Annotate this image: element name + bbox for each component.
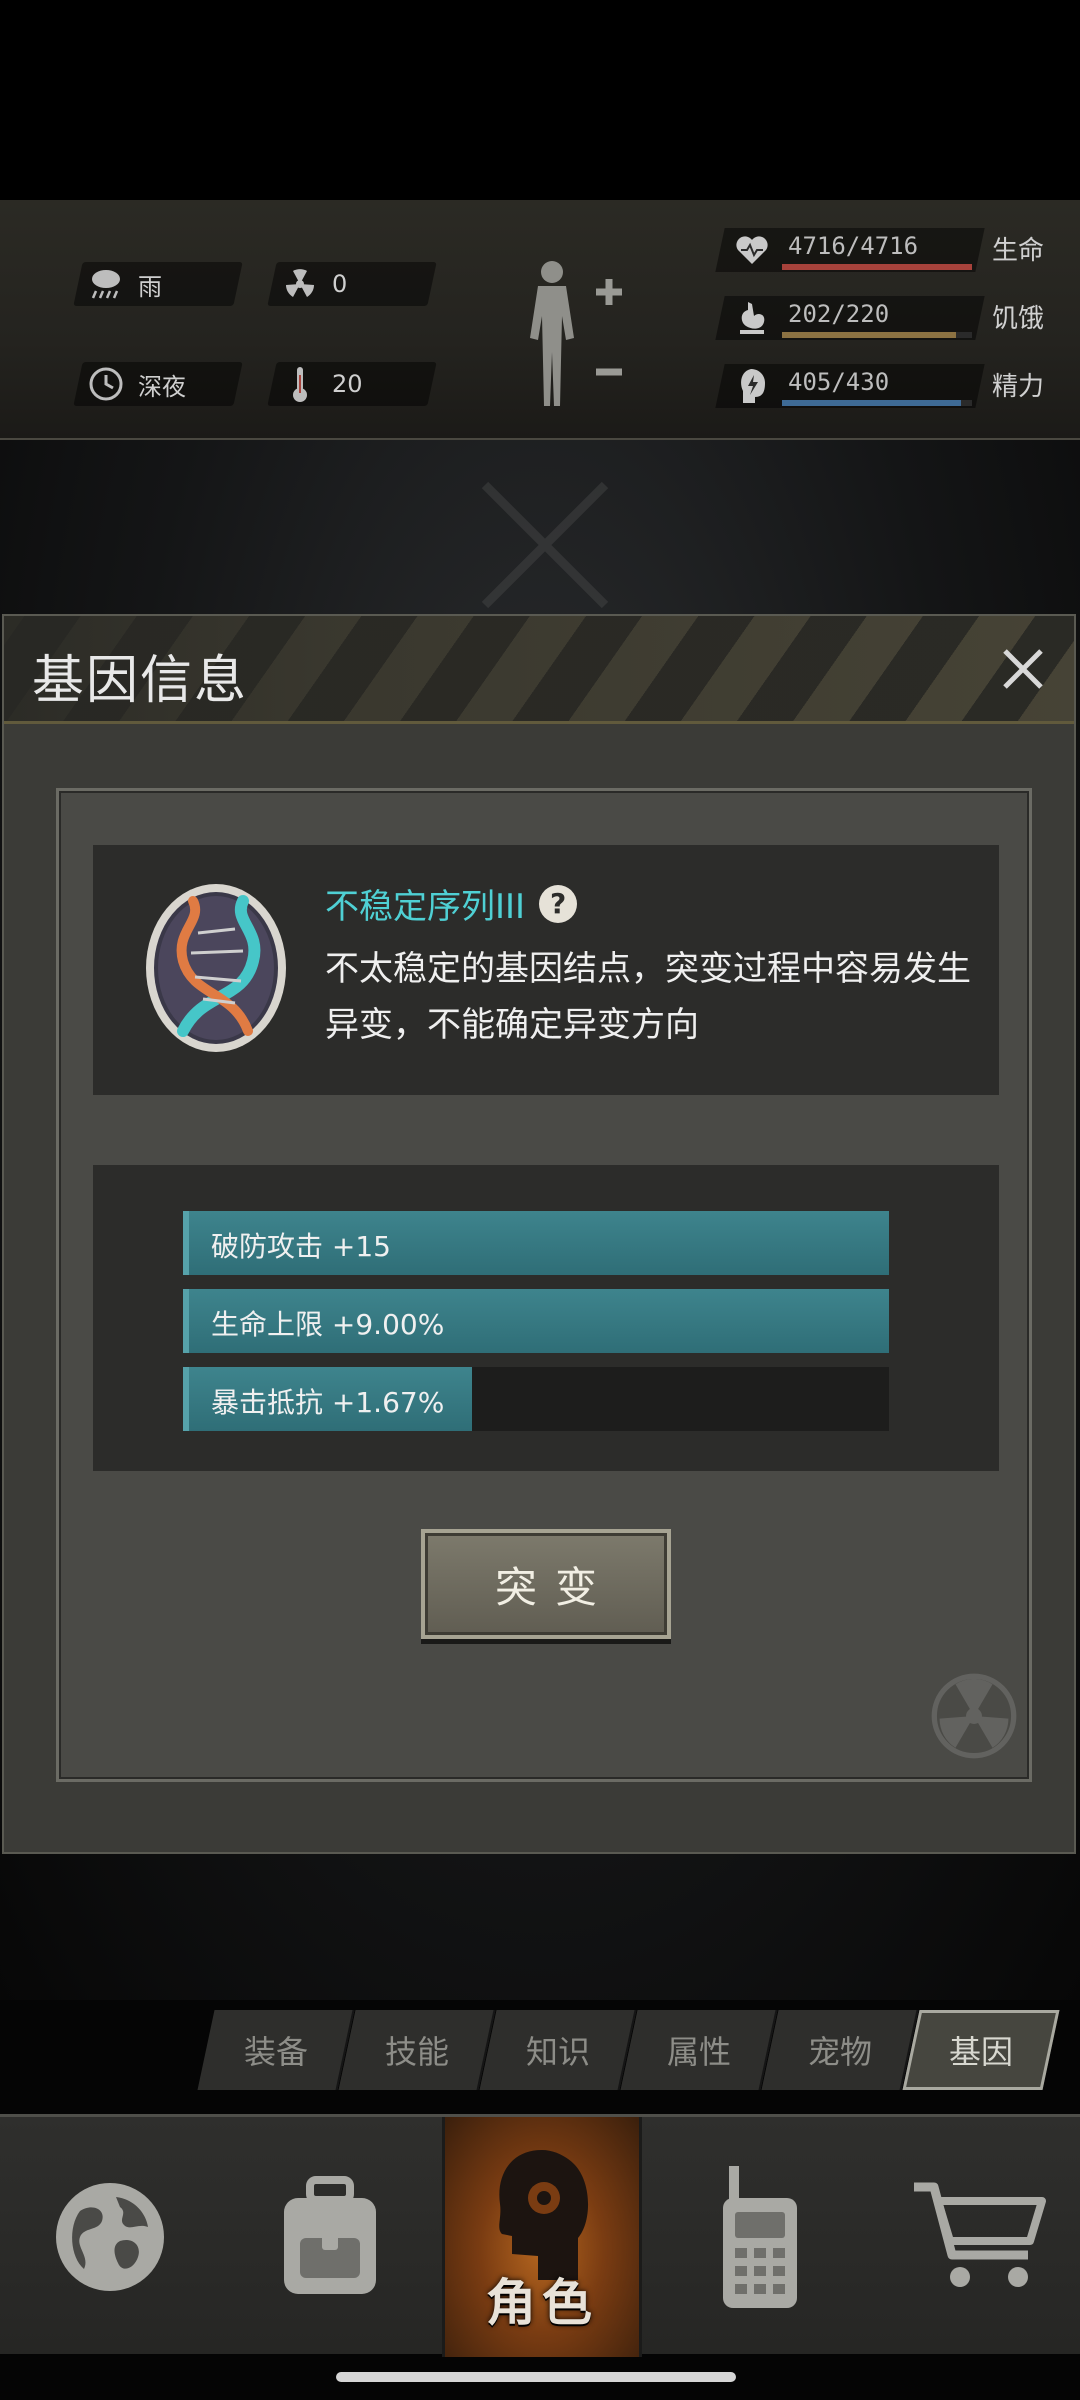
mutate-button[interactable]: 突变 — [421, 1529, 671, 1639]
attribute-row: 破防攻击 +15 — [183, 1211, 889, 1275]
tab-label: 属性 — [666, 2033, 731, 2071]
time-of-day-text: 深夜 — [138, 372, 186, 401]
hunger-value: 202/220 — [788, 300, 890, 328]
tab-genes[interactable]: 基因 — [902, 2010, 1060, 2090]
time-indicator: 深夜 — [84, 362, 186, 406]
bottom-navigation: 角色 — [0, 2114, 1080, 2357]
close-icon — [1003, 649, 1043, 689]
nav-character[interactable]: 角色 — [442, 2117, 642, 2357]
stomach-icon — [732, 296, 772, 340]
gene-name-row: 不稳定序列III ? — [325, 879, 578, 928]
dna-emblem-icon — [146, 884, 286, 1052]
tab-label: 知识 — [525, 2033, 590, 2071]
energy-bar-fill — [782, 400, 961, 406]
tab-label: 技能 — [384, 2033, 449, 2071]
stat-health: 4716/4716 生命 — [715, 222, 1060, 278]
tab-knowledge[interactable]: 知识 — [479, 2010, 637, 2090]
gene-attributes-card: 破防攻击 +15 生命上限 +9.00% 暴击抵抗 +1.67% — [93, 1165, 999, 1471]
dialog-content-panel: 不稳定序列III ? 不太稳定的基因结点，突变过程中容易发生异变，不能确定异变方… — [56, 788, 1032, 1782]
body-status-figure[interactable] — [520, 256, 630, 416]
nav-shop[interactable] — [880, 2117, 1080, 2357]
tab-label: 宠物 — [807, 2033, 872, 2071]
status-panel: 雨 0 深夜 20 4716/4716 生命 202/220 饥饿 405/43… — [0, 200, 1080, 440]
gene-description: 不太稳定的基因结点，突变过程中容易发生异变，不能确定异变方向 — [325, 949, 971, 1045]
shopping-cart-icon — [914, 2182, 1046, 2287]
weather-text: 雨 — [138, 272, 162, 301]
background-x-mark — [481, 481, 609, 609]
nav-backpack[interactable] — [240, 2117, 420, 2357]
gene-card: 不稳定序列III ? 不太稳定的基因结点，突变过程中容易发生异变，不能确定异变方… — [93, 845, 999, 1095]
question-mark-icon[interactable]: ? — [539, 884, 578, 923]
energy-label: 精力 — [992, 372, 1045, 402]
thermometer-icon — [278, 362, 322, 406]
health-label: 生命 — [992, 236, 1045, 266]
radiation-icon — [278, 262, 322, 306]
nav-world-map[interactable] — [20, 2117, 200, 2357]
hunger-label: 饥饿 — [992, 304, 1045, 334]
mutate-button-label: 突变 — [494, 1562, 615, 1612]
hunger-bar — [782, 332, 972, 338]
gene-info-dialog: 基因信息 不稳定序列III ? 不太稳定的基因结点，突变过程中容易发生异变，不能… — [2, 614, 1076, 1854]
heart-icon — [732, 228, 772, 272]
weather-indicator: 雨 — [84, 262, 162, 306]
nav-character-label: 角色 — [486, 2274, 598, 2332]
radiation-value: 0 — [332, 270, 348, 298]
temperature-indicator: 20 — [278, 362, 363, 406]
temperature-value: 20 — [332, 370, 363, 398]
health-value: 4716/4716 — [788, 232, 919, 260]
tab-equipment[interactable]: 装备 — [197, 2010, 355, 2090]
tab-skills[interactable]: 技能 — [338, 2010, 496, 2090]
walkie-talkie-icon — [723, 2166, 797, 2308]
attribute-label: 生命上限 +9.00% — [211, 1308, 445, 1341]
attribute-label: 暴击抵抗 +1.67% — [211, 1386, 445, 1419]
radiation-watermark-icon — [931, 1673, 1017, 1759]
energy-value: 405/430 — [788, 368, 890, 396]
attribute-row: 暴击抵抗 +1.67% — [183, 1367, 889, 1431]
health-bar — [782, 264, 972, 270]
dialog-header: 基因信息 — [4, 616, 1074, 724]
hunger-bar-fill — [782, 332, 957, 338]
home-indicator[interactable] — [336, 2372, 736, 2382]
top-background — [0, 0, 1080, 200]
energy-icon — [732, 364, 772, 408]
clock-icon — [84, 362, 128, 406]
dialog-title: 基因信息 — [32, 651, 249, 711]
character-tab-strip: 装备 技能 知识 属性 宠物 基因 — [197, 2010, 1060, 2090]
attribute-row: 生命上限 +9.00% — [183, 1289, 889, 1353]
tab-pets[interactable]: 宠物 — [761, 2010, 919, 2090]
energy-bar — [782, 400, 972, 406]
gene-name: 不稳定序列III — [325, 887, 526, 927]
tab-attributes[interactable]: 属性 — [620, 2010, 778, 2090]
backpack-icon — [284, 2176, 376, 2294]
nav-radio[interactable] — [660, 2117, 860, 2357]
globe-icon — [56, 2183, 164, 2291]
radiation-indicator: 0 — [278, 262, 347, 306]
stat-energy: 405/430 精力 — [715, 358, 1060, 414]
tab-label: 装备 — [243, 2033, 308, 2071]
close-button[interactable] — [990, 636, 1056, 702]
rain-cloud-icon — [84, 262, 128, 306]
tab-label: 基因 — [948, 2033, 1013, 2071]
attribute-label: 破防攻击 +15 — [211, 1230, 391, 1263]
health-bar-fill — [782, 264, 972, 270]
stat-hunger: 202/220 饥饿 — [715, 290, 1060, 346]
